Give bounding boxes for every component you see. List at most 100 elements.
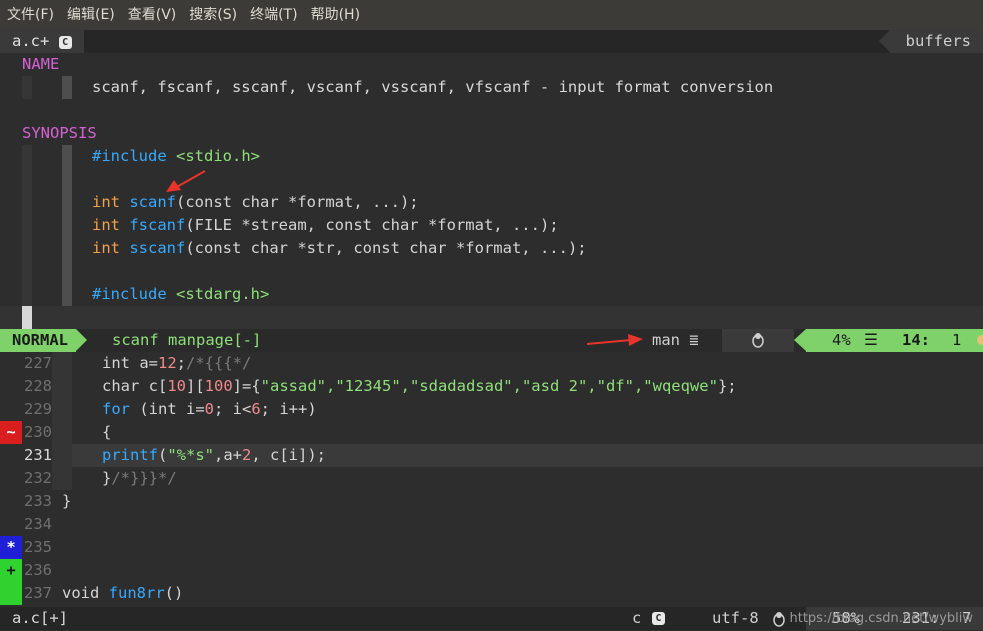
- menu-edit[interactable]: 编辑(E): [60, 0, 121, 30]
- include-header: <stdarg.h>: [176, 285, 270, 303]
- synopsis-heading: SYNOPSIS: [22, 122, 97, 145]
- indent-guide: [62, 145, 72, 168]
- indent-guide: [22, 76, 32, 99]
- lines-icon: ≣: [689, 331, 699, 349]
- menu-search[interactable]: 搜索(S): [182, 0, 243, 30]
- function-args: (FILE *stream, const char *format, ...);: [185, 216, 559, 234]
- prototype-sscanf: int sscanf(const char *str, const char *…: [92, 237, 587, 260]
- indent-guide: [22, 145, 32, 168]
- type-int: int: [92, 216, 120, 234]
- git-added-text: +: [6, 561, 16, 579]
- code-text: int a=: [102, 354, 158, 372]
- code-text: };: [717, 377, 737, 395]
- code-text: ][: [186, 377, 205, 395]
- indent-guide: [22, 260, 32, 283]
- type-int: int: [92, 239, 120, 257]
- line-number-232: 232: [24, 469, 52, 487]
- include-keyword: #include: [92, 285, 167, 303]
- cursor-line-man: [0, 306, 983, 329]
- statusline-filename: scanf manpage[-]: [112, 331, 262, 349]
- tab-active[interactable]: a.c+ C: [0, 30, 84, 53]
- name-heading: NAME: [22, 53, 59, 76]
- terminal-window[interactable]: a.c+ C buffers NAME scanf, fscanf, sscan…: [0, 30, 983, 630]
- code-number: 10: [167, 377, 186, 395]
- tux-icon: [772, 611, 786, 631]
- statusline-position: 4% ☰ 14: 1: [794, 329, 983, 352]
- indent-guide: [62, 191, 72, 260]
- code-text: ]={: [232, 377, 261, 395]
- code-text: char c[: [102, 377, 168, 395]
- name-heading-text: NAME: [22, 55, 60, 73]
- code-string: "assad","12345","sdadadsad","asd 2","df"…: [260, 377, 718, 395]
- code-text: ;: [176, 354, 187, 372]
- code-text: (int i=: [130, 400, 205, 418]
- tux-icon: [722, 329, 794, 352]
- code-line-231: printf("%*s",a+2, c[i]);: [102, 444, 326, 467]
- include-header: <stdio.h>: [176, 147, 260, 165]
- code-text: void: [62, 584, 109, 602]
- function-name: fscanf: [129, 216, 186, 234]
- statusline-encoding: utf-8: [712, 609, 759, 627]
- line-number-233: 233: [24, 492, 52, 510]
- code-text: , c[i]);: [251, 446, 327, 464]
- line-number-228: 228: [24, 377, 52, 395]
- indent-guide: [22, 283, 32, 306]
- line-number-234: 234: [24, 515, 52, 533]
- code-keyword: for: [102, 400, 130, 418]
- line-number-231: 231: [24, 446, 52, 464]
- code-line-237: void fun8rr(): [62, 582, 183, 605]
- indent-guide: [62, 260, 72, 283]
- code-comment: /*}}}*/: [111, 469, 177, 487]
- code-text: ,a+: [214, 446, 243, 464]
- c-language-icon: C: [652, 612, 665, 625]
- code-number: 2: [242, 446, 252, 464]
- code-line-233: }: [62, 492, 72, 510]
- indent-guide: [22, 168, 32, 191]
- statusline-filename: a.c[+]: [12, 609, 68, 627]
- column-number: 1: [952, 331, 962, 349]
- indent-guide: [22, 191, 32, 260]
- code-text: (): [164, 584, 184, 602]
- line-number-227: 227: [24, 354, 52, 372]
- statusline-code: a.c[+] c C utf-8 58% 231: 7 https://blog…: [0, 607, 983, 630]
- indent-guide: [62, 76, 72, 99]
- watermark: https://blog.csdn.net/wybliw: [789, 611, 974, 626]
- function-name: sscanf: [129, 239, 186, 257]
- annotation-arrow-icon: [586, 334, 643, 346]
- menu-help[interactable]: 帮助(H): [304, 0, 366, 30]
- menu-view[interactable]: 查看(V): [121, 0, 183, 30]
- text-cursor: [22, 306, 32, 329]
- code-number: 12: [158, 354, 177, 372]
- code-number: 100: [204, 377, 233, 395]
- prototype-scanf: int scanf(const char *format, ...);: [92, 191, 419, 214]
- vim-tabline: a.c+ C buffers: [0, 30, 983, 53]
- fold-column: [52, 352, 72, 490]
- scroll-indicator: [977, 335, 983, 345]
- code-text: ; i<: [214, 400, 252, 418]
- menu-terminal[interactable]: 终端(T): [243, 0, 303, 30]
- line-number: 14:: [902, 331, 930, 349]
- statusline-filetype: man ≣: [652, 329, 699, 352]
- git-added-sign: +: [0, 559, 22, 605]
- buffers-label[interactable]: buffers: [878, 30, 983, 53]
- tab-label: a.c+: [12, 32, 50, 50]
- code-comment: /*{{{*/: [186, 354, 252, 372]
- code-text: }: [102, 469, 112, 487]
- indent-guide: [62, 283, 72, 306]
- prototype-fscanf: int fscanf(FILE *stream, const char *for…: [92, 214, 559, 237]
- statusline-manpage: NORMAL scanf manpage[-] man ≣ 4% ☰ 14: 1: [0, 329, 983, 352]
- mode-indicator: NORMAL: [0, 329, 87, 352]
- menu-file[interactable]: 文件(F): [0, 0, 60, 30]
- code-line-228: char c[10][100]={"assad","12345","sdadad…: [102, 375, 737, 398]
- menubar: 文件(F) 编辑(E) 查看(V) 搜索(S) 终端(T) 帮助(H): [0, 0, 983, 30]
- function-args: (const char *format, ...);: [176, 193, 419, 211]
- indent-guide: [62, 168, 72, 191]
- bookmark-sign: *: [0, 536, 22, 559]
- synopsis-heading-text: SYNOPSIS: [22, 124, 97, 142]
- menu-lines-icon: ☰: [864, 331, 878, 349]
- annotation-arrow-icon: [166, 170, 206, 192]
- code-text: ; i++): [260, 400, 317, 418]
- code-function: printf: [102, 446, 158, 464]
- statusline-filetype: c: [632, 609, 642, 627]
- git-modified-sign: ~: [0, 421, 22, 444]
